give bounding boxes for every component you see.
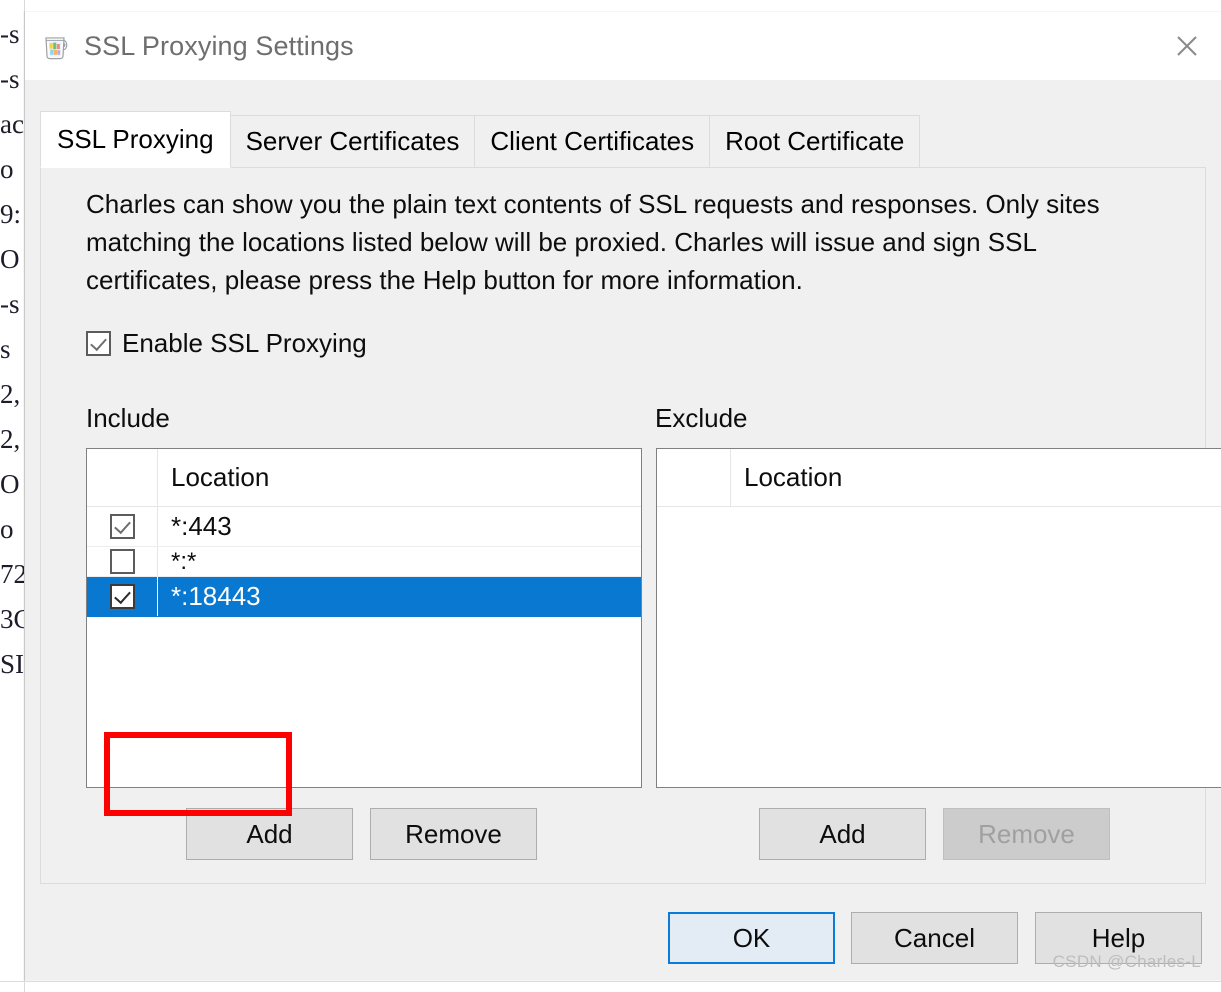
tab-server-certificates[interactable]: Server Certificates [229, 115, 476, 167]
tab-strip: SSL Proxying Server Certificates Client … [40, 111, 921, 168]
cancel-button[interactable]: Cancel [851, 912, 1018, 964]
background-text-fragment: O [0, 244, 20, 274]
ok-button[interactable]: OK [668, 912, 835, 964]
dialog-title: SSL Proxying Settings [84, 30, 354, 61]
exclude-add-button[interactable]: Add [759, 808, 926, 860]
background-text-fragment: 9: [0, 199, 22, 229]
background-text-fragment: SI [0, 649, 25, 679]
background-text-fragment: ac [0, 109, 24, 139]
background-text-fragment: -s [0, 289, 20, 319]
ssl-proxying-settings-dialog: SSL Proxying Settings SSL Proxying Serve… [24, 12, 1221, 980]
tab-label: Server Certificates [245, 126, 460, 156]
background-text-fragment: 3C [0, 604, 26, 634]
tab-label: SSL Proxying [57, 124, 214, 154]
background-text-fragment: o [0, 154, 14, 184]
charles-jug-icon [39, 30, 71, 62]
tab-label: Client Certificates [490, 126, 695, 156]
background-text-fragment: o [0, 514, 14, 544]
background-text-fragment: 2, [0, 379, 21, 409]
include-header-checkbox-column [87, 449, 158, 506]
exclude-remove-button: Remove [943, 808, 1110, 860]
exclude-header-checkbox-column [657, 449, 731, 506]
row-checkbox-cell[interactable] [87, 507, 158, 546]
panel-description: Charles can show you the plain text cont… [86, 189, 1100, 295]
include-location-list[interactable]: Location *:443 *:* *:18443 [86, 448, 642, 788]
row-location: *:443 [171, 511, 232, 541]
row-checkbox-icon [109, 549, 135, 574]
background-clipped-text: -s -s ac o 9: O -s s 2, 2, O o 72 3C SI [0, 12, 26, 972]
row-checkbox-icon [109, 514, 135, 539]
include-section-label: Include [86, 403, 170, 433]
include-list-header: Location [87, 449, 641, 507]
exclude-header-location: Location [744, 462, 843, 492]
include-remove-button[interactable]: Remove [370, 808, 537, 860]
list-item[interactable]: *:* [87, 547, 641, 577]
list-item[interactable]: *:443 [87, 507, 641, 547]
background-text-fragment: O [0, 469, 20, 499]
include-add-button[interactable]: Add [186, 808, 353, 860]
row-location: *:* [171, 547, 197, 575]
checkbox-box-icon [86, 331, 111, 356]
row-checkbox-cell[interactable] [87, 547, 158, 576]
enable-ssl-proxying-label: Enable SSL Proxying [122, 328, 367, 358]
background-text-fragment: -s [0, 19, 20, 49]
tab-root-certificate[interactable]: Root Certificate [709, 115, 921, 167]
watermark: CSDN @Charles-L [1052, 952, 1201, 971]
background-text-fragment: 72 [0, 559, 26, 589]
background-text-fragment: -s [0, 64, 20, 94]
background-text-fragment: 2, [0, 424, 21, 454]
background-bottom-rule [0, 981, 1221, 982]
list-item[interactable]: *:18443 [87, 577, 641, 617]
dialog-titlebar: SSL Proxying Settings [25, 12, 1221, 80]
row-checkbox-icon [109, 584, 135, 609]
tab-ssl-proxying[interactable]: SSL Proxying [40, 111, 231, 168]
include-header-location: Location [171, 462, 270, 492]
enable-ssl-proxying-checkbox[interactable]: Enable SSL Proxying [86, 328, 367, 359]
tab-label: Root Certificate [725, 126, 905, 156]
exclude-section-label: Exclude [655, 403, 748, 433]
tab-client-certificates[interactable]: Client Certificates [474, 115, 711, 167]
row-checkbox-cell[interactable] [87, 577, 158, 616]
ssl-proxying-panel: Charles can show you the plain text cont… [40, 167, 1221, 884]
close-icon[interactable] [1153, 12, 1221, 80]
background-text-fragment: s [0, 334, 11, 364]
exclude-list-header: Location [657, 449, 1221, 507]
row-location: *:18443 [171, 581, 261, 611]
exclude-location-list[interactable]: Location [656, 448, 1221, 788]
